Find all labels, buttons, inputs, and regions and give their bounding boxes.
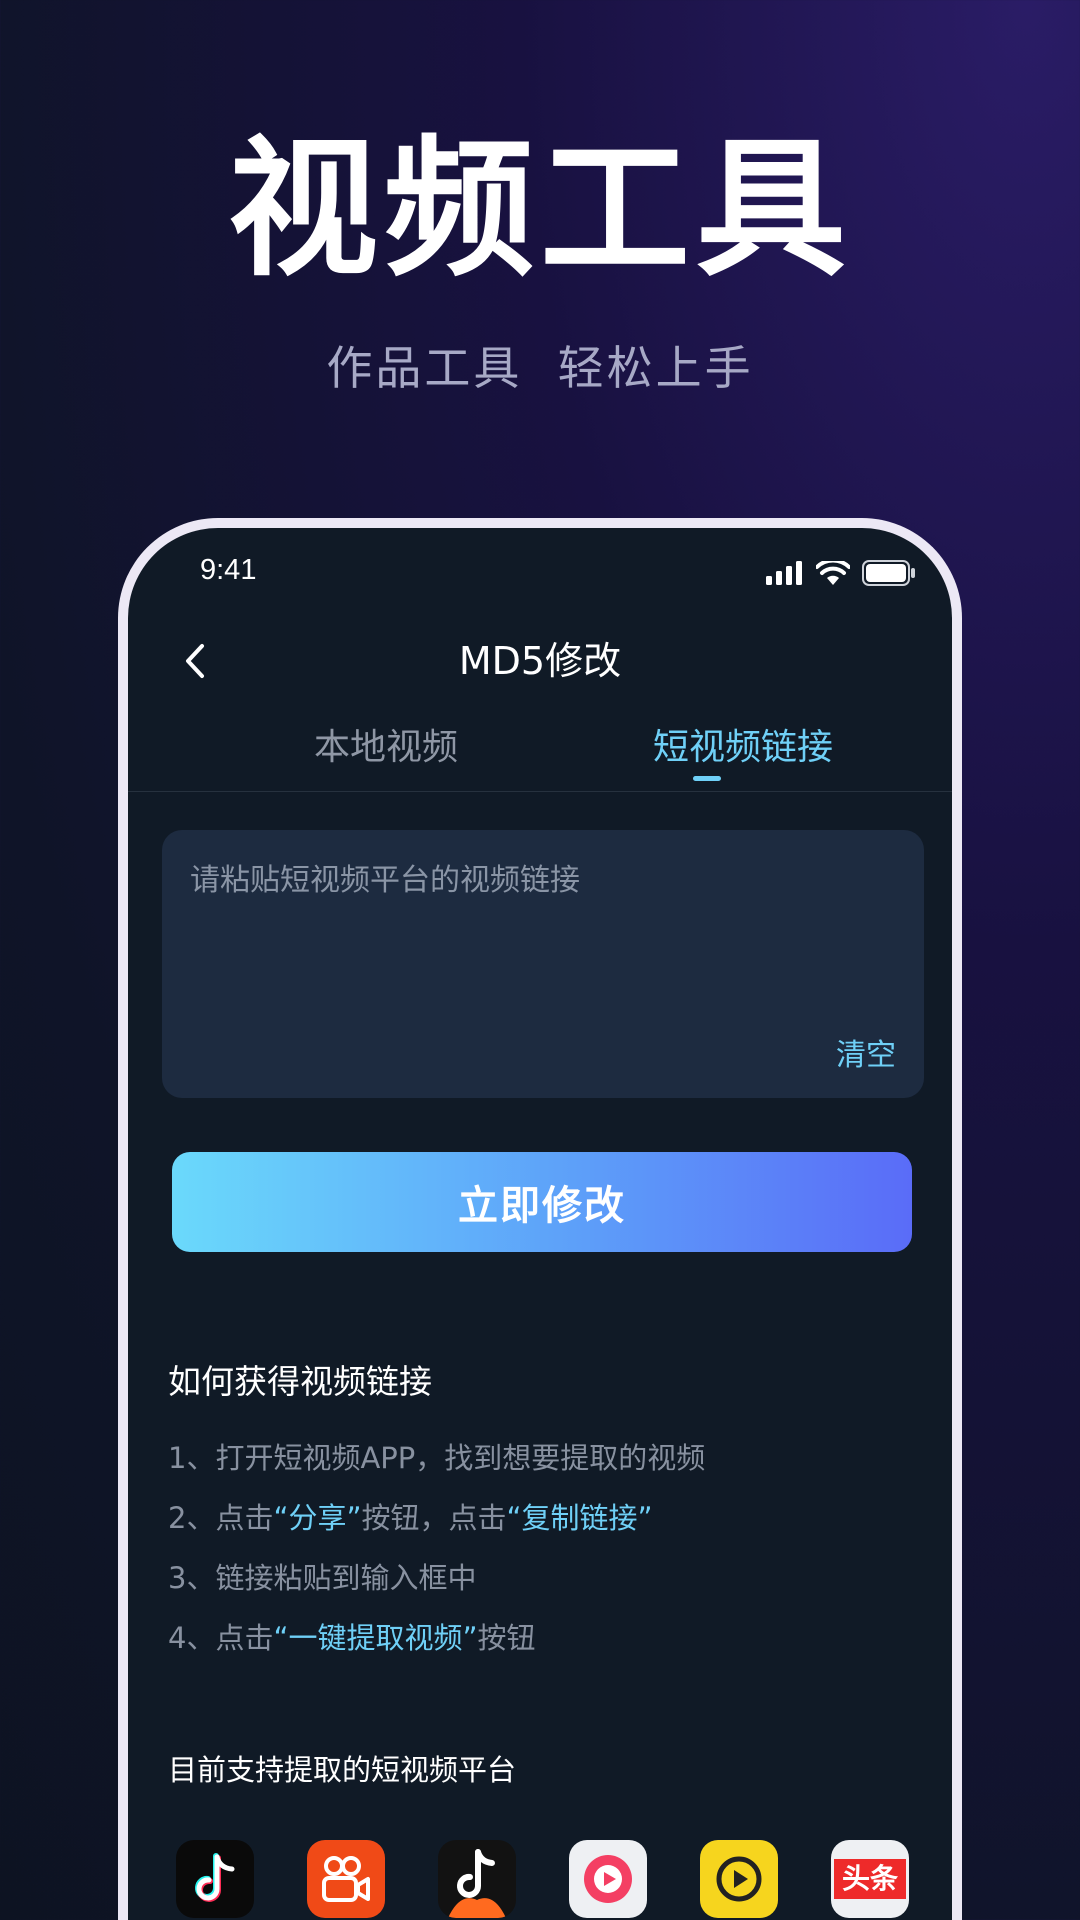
clear-button[interactable]: 清空 [836, 1036, 896, 1076]
hero-title: 视频工具 [227, 123, 852, 297]
status-time: 9:41 [200, 554, 257, 586]
platform-list: 头条 [176, 1840, 916, 1920]
howto-steps: 1、打开短视频APP，找到想要提取的视频 2、点击“分享”按钮，点击“复制链接”… [168, 1438, 928, 1678]
platforms-title: 目前支持提取的短视频平台 [168, 1753, 517, 1787]
status-bar: 9:41 [128, 528, 952, 608]
phone-frame: 9:41 MD5修改 本地视频 短视频链接 请粘贴短视频平台的视频链接 清空 立… [118, 518, 962, 1920]
step-text: 按钮 [477, 1621, 536, 1655]
step-text: 4、点击 [168, 1621, 274, 1655]
video-link-input[interactable] [190, 860, 890, 1020]
play-circle-red-icon [569, 1840, 647, 1918]
link-input-container: 清空 [162, 830, 924, 1098]
step-highlight: “分享” [273, 1501, 362, 1535]
nav-bar: MD5修改 [128, 608, 952, 718]
battery-icon [862, 560, 915, 586]
howto-step-3: 3、链接粘贴到输入框中 [168, 1558, 928, 1618]
step-text: 按钮，点击 [361, 1501, 507, 1535]
cellular-signal-icon [766, 561, 802, 585]
wifi-icon [816, 561, 850, 585]
active-tab-indicator [693, 776, 721, 781]
step-text: 3、链接粘贴到输入框中 [168, 1561, 477, 1595]
douyin-icon [176, 1840, 254, 1918]
tab-short-video-link[interactable]: 短视频链接 [593, 718, 893, 778]
modify-now-button[interactable]: 立即修改 [172, 1152, 912, 1252]
tab-bar: 本地视频 短视频链接 [128, 718, 952, 792]
toutiao-icon: 头条 [831, 1840, 909, 1918]
page-title: MD5修改 [458, 639, 622, 683]
hero-subtitle: 作品工具 轻松上手 [326, 341, 754, 395]
howto-step-4: 4、点击“一键提取视频”按钮 [168, 1618, 928, 1678]
howto-title: 如何获得视频链接 [168, 1362, 432, 1401]
tab-local-video[interactable]: 本地视频 [236, 718, 536, 778]
howto-step-2: 2、点击“分享”按钮，点击“复制链接” [168, 1498, 928, 1558]
step-text: 1、打开短视频APP，找到想要提取的视频 [168, 1441, 706, 1475]
douyin-volcano-icon [438, 1840, 516, 1918]
howto-step-1: 1、打开短视频APP，找到想要提取的视频 [168, 1438, 928, 1498]
toutiao-logo-text: 头条 [841, 1862, 898, 1895]
step-highlight: “一键提取视频” [273, 1621, 478, 1655]
step-highlight: “复制链接” [506, 1501, 653, 1535]
kuaishou-icon [307, 1840, 385, 1918]
step-text: 2、点击 [168, 1501, 274, 1535]
play-circle-yellow-icon [700, 1840, 778, 1918]
